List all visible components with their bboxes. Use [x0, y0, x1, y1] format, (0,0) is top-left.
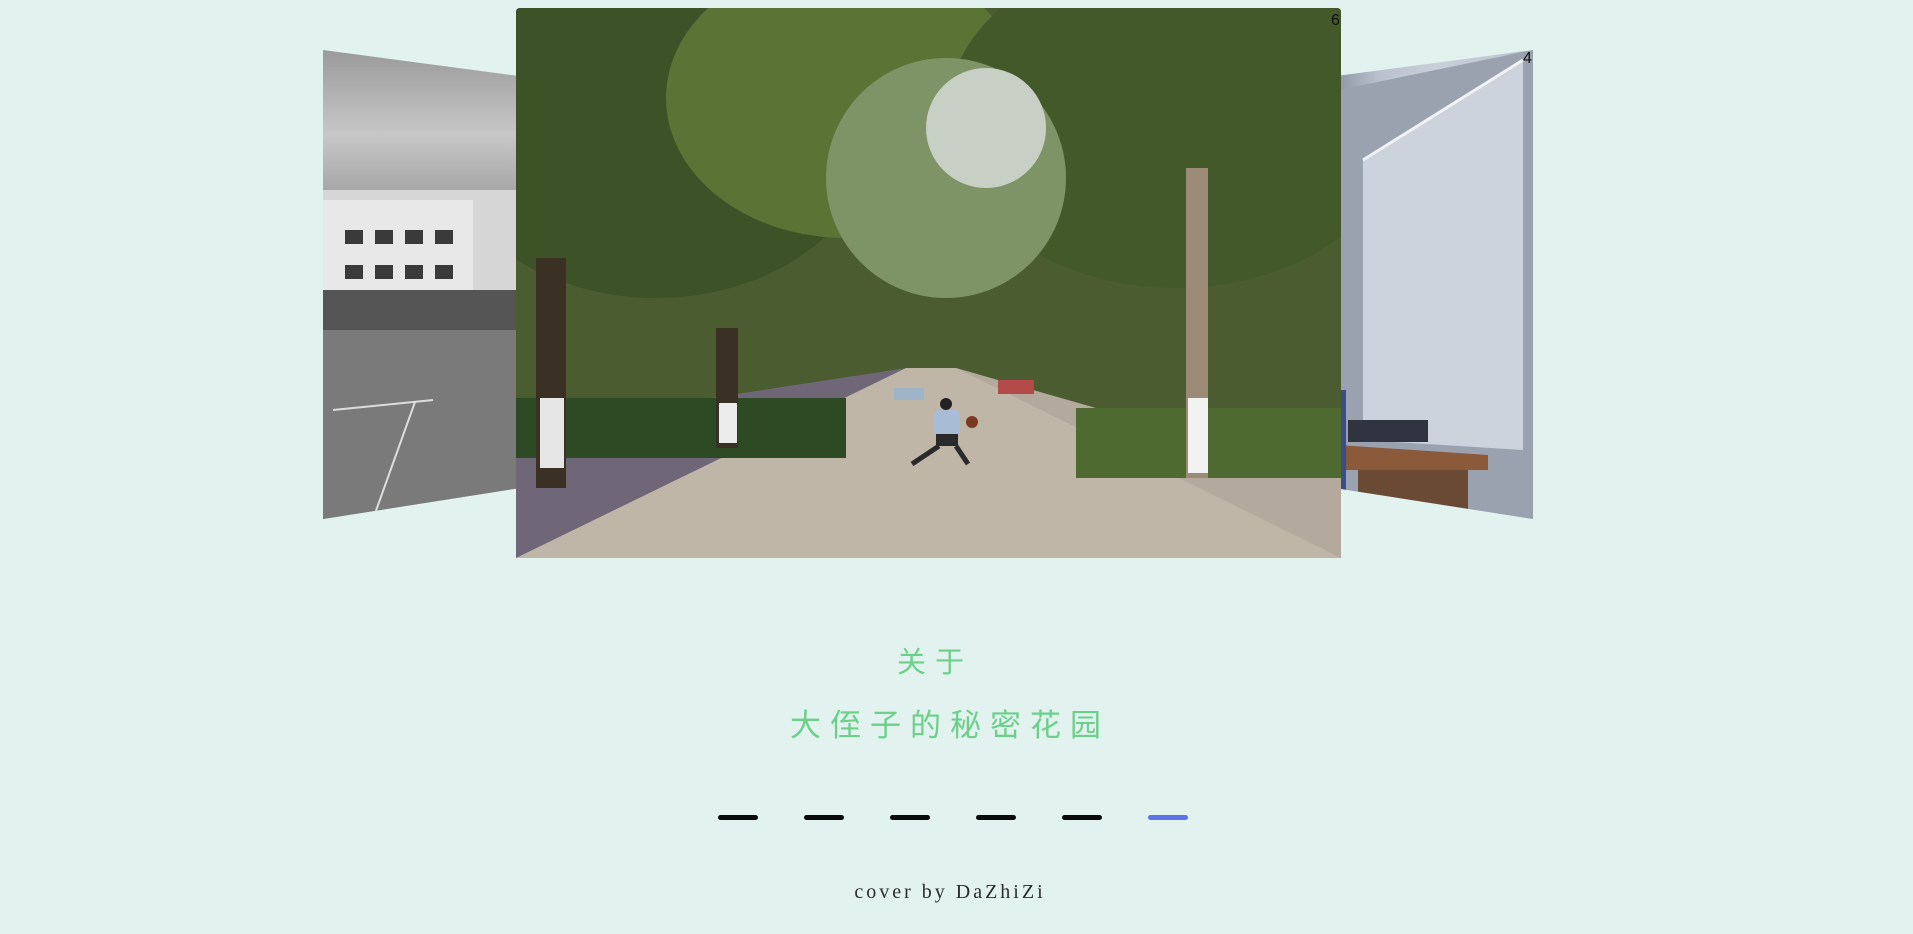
street-photo [516, 8, 1341, 558]
slide-index-next: 4 [1523, 50, 1532, 67]
slide-index-current: 6 [1331, 12, 1340, 29]
carousel-slide-prev[interactable] [323, 50, 517, 519]
about-label: 关于 [896, 645, 973, 679]
carousel-slide-next[interactable] [1338, 50, 1533, 519]
pagination-dot-1[interactable] [718, 815, 758, 820]
pagination-dot-2[interactable] [804, 815, 844, 820]
pagination-dot-4[interactable] [976, 815, 1016, 820]
room-photo [1338, 50, 1533, 519]
cover-page: 6 4 关于 大侄子的秘密花园 cover by DaZhiZi [0, 0, 1913, 934]
pagination-dot-3[interactable] [890, 815, 930, 820]
pagination-dot-6[interactable] [1148, 815, 1188, 820]
site-title: 大侄子的秘密花园 [790, 708, 1110, 744]
cover-credit: cover by DaZhiZi [854, 881, 1046, 903]
building-photo [323, 190, 517, 519]
carousel-slide-current[interactable] [516, 8, 1341, 558]
pagination-dot-5[interactable] [1062, 815, 1102, 820]
